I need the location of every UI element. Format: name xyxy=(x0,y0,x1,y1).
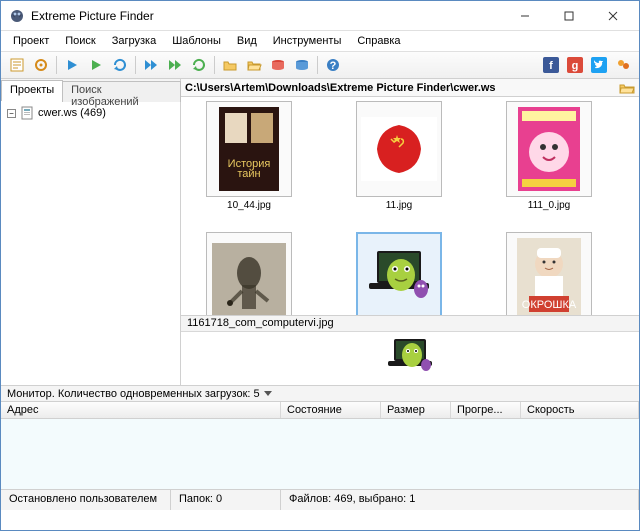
download-list-header: Адрес Состояние Размер Прогре... Скорост… xyxy=(1,401,639,419)
toolbar: ? f g xyxy=(1,51,639,79)
maximize-button[interactable] xyxy=(547,1,591,31)
project-tree: − cwer.ws (469) xyxy=(1,101,180,385)
play-green-icon[interactable] xyxy=(85,54,107,76)
page-icon xyxy=(20,106,34,120)
main-area: Проекты Поиск изображений − cwer.ws (469… xyxy=(1,79,639,385)
google-icon[interactable]: g xyxy=(564,54,586,76)
open-folder-icon[interactable] xyxy=(619,81,635,95)
new-project-icon[interactable] xyxy=(6,54,28,76)
menu-project[interactable]: Проект xyxy=(7,33,55,49)
svg-text:g: g xyxy=(572,60,579,72)
thumbnail-item[interactable]: ОКРОШКА 1252386169_24.jpg xyxy=(489,232,609,315)
menu-help[interactable]: Справка xyxy=(351,33,406,49)
app-icon xyxy=(9,8,25,24)
col-state[interactable]: Состояние xyxy=(281,402,381,418)
tab-projects[interactable]: Проекты xyxy=(1,80,63,101)
thumbnail-grid[interactable]: Историятайн 10_44.jpg 11.jpg 111_0.jpg 1… xyxy=(181,97,639,315)
titlebar: Extreme Picture Finder xyxy=(1,1,639,31)
tab-image-search[interactable]: Поиск изображений xyxy=(62,81,181,102)
twitter-icon[interactable] xyxy=(588,54,610,76)
refresh-all-icon[interactable] xyxy=(188,54,210,76)
tree-node-label: cwer.ws (469) xyxy=(38,107,106,119)
svg-text:тайн: тайн xyxy=(237,168,260,180)
disk-blue-icon[interactable] xyxy=(291,54,313,76)
path-bar: C:\Users\Artem\Downloads\Extreme Picture… xyxy=(181,79,639,97)
svg-text:ОКРОШКА: ОКРОШКА xyxy=(522,299,577,311)
preview-image xyxy=(181,332,639,384)
thumbnail-label: 10_44.jpg xyxy=(189,199,309,212)
col-speed[interactable]: Скорость xyxy=(521,402,639,418)
thumbnail-label: 11.jpg xyxy=(339,199,459,212)
facebook-icon[interactable]: f xyxy=(540,54,562,76)
right-pane: C:\Users\Artem\Downloads\Extreme Picture… xyxy=(181,79,639,385)
thumbnail-label: 111_0.jpg xyxy=(489,199,609,212)
status-files: Файлов: 469, выбрано: 1 xyxy=(281,490,639,510)
left-tabs: Проекты Поиск изображений xyxy=(1,79,180,101)
status-stopped: Остановлено пользователем xyxy=(1,490,171,510)
thumbnail-item[interactable]: 11.jpg xyxy=(339,101,459,212)
minimize-button[interactable] xyxy=(503,1,547,31)
disk-red-icon[interactable] xyxy=(267,54,289,76)
dropdown-icon[interactable] xyxy=(264,391,272,396)
play-all-blue-icon[interactable] xyxy=(140,54,162,76)
col-progress[interactable]: Прогре... xyxy=(451,402,521,418)
settings-icon[interactable] xyxy=(30,54,52,76)
window-title: Extreme Picture Finder xyxy=(31,9,503,23)
thumbnail-item-selected[interactable]: 1161718_com_computervi.jp xyxy=(339,232,459,315)
menu-download[interactable]: Загрузка xyxy=(106,33,162,49)
svg-text:?: ? xyxy=(330,60,337,72)
preview-filename: 1161718_com_computervi.jpg xyxy=(181,316,639,332)
monitor-text: Монитор. Количество одновременных загруз… xyxy=(7,388,260,400)
statusbar: Остановлено пользователем Папок: 0 Файло… xyxy=(1,489,639,510)
folder-open-icon[interactable] xyxy=(243,54,265,76)
thumbnail-item[interactable]: Историятайн 10_44.jpg xyxy=(189,101,309,212)
refresh-icon[interactable] xyxy=(109,54,131,76)
preview-panel: 1161718_com_computervi.jpg xyxy=(181,315,639,385)
left-pane: Проекты Поиск изображений − cwer.ws (469… xyxy=(1,79,181,385)
tree-collapse-icon[interactable]: − xyxy=(7,109,16,118)
menubar: Проект Поиск Загрузка Шаблоны Вид Инстру… xyxy=(1,31,639,51)
monitor-bar: Монитор. Количество одновременных загруз… xyxy=(1,385,639,401)
play-all-green-icon[interactable] xyxy=(164,54,186,76)
status-folders: Папок: 0 xyxy=(171,490,281,510)
thumbnail-item[interactable]: 111_2.jpg xyxy=(189,232,309,315)
thumbnail-item[interactable]: 111_0.jpg xyxy=(489,101,609,212)
download-list[interactable] xyxy=(1,419,639,489)
path-text: C:\Users\Artem\Downloads\Extreme Picture… xyxy=(185,82,496,94)
help-icon[interactable]: ? xyxy=(322,54,344,76)
play-blue-icon[interactable] xyxy=(61,54,83,76)
svg-text:f: f xyxy=(549,60,553,72)
menu-tools[interactable]: Инструменты xyxy=(267,33,348,49)
community-icon[interactable] xyxy=(612,54,634,76)
menu-templates[interactable]: Шаблоны xyxy=(166,33,227,49)
col-address[interactable]: Адрес xyxy=(1,402,281,418)
folder-icon[interactable] xyxy=(219,54,241,76)
menu-search[interactable]: Поиск xyxy=(59,33,101,49)
col-size[interactable]: Размер xyxy=(381,402,451,418)
menu-view[interactable]: Вид xyxy=(231,33,263,49)
close-button[interactable] xyxy=(591,1,635,31)
